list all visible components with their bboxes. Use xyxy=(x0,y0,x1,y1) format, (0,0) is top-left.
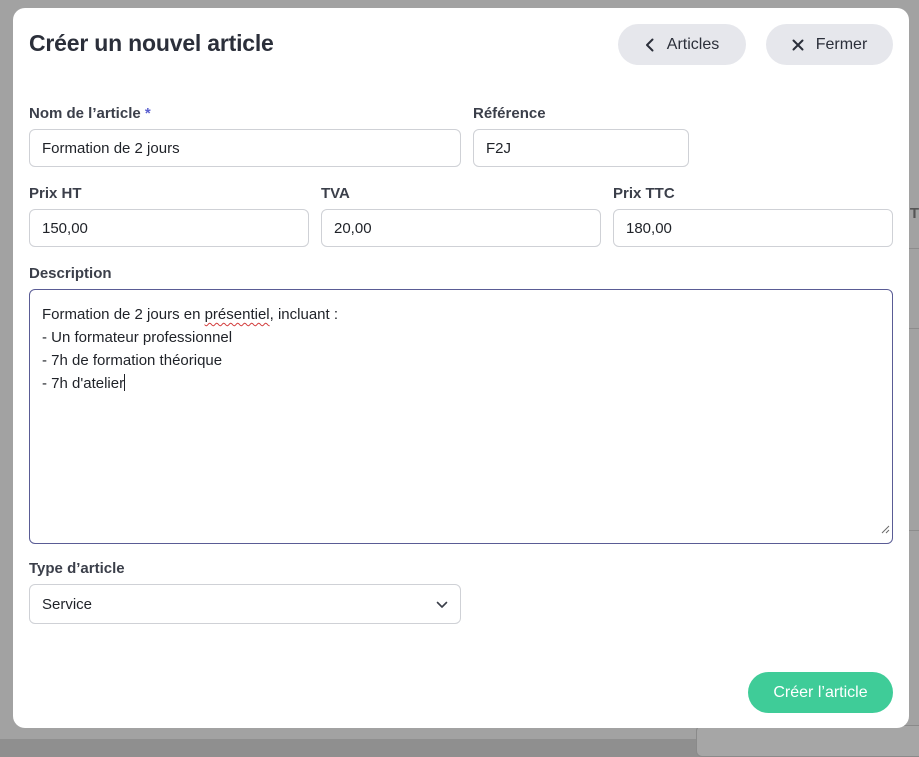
close-button-label: Fermer xyxy=(815,35,868,53)
reference-value: F2J xyxy=(486,139,512,157)
reference-label: Référence xyxy=(473,105,546,122)
background-panel xyxy=(696,725,919,757)
article-name-label: Nom de l’article * xyxy=(29,105,151,122)
create-article-modal: Créer un nouvel article Articles Fermer … xyxy=(13,8,909,728)
background-divider xyxy=(909,328,919,329)
description-text: , incluant : xyxy=(269,306,339,323)
description-line: Formation de 2 jours en présentiel, incl… xyxy=(42,303,880,326)
modal-title: Créer un nouvel article xyxy=(29,30,274,56)
resize-grip-icon[interactable] xyxy=(881,518,890,541)
price-ht-input[interactable]: 150,00 xyxy=(29,209,309,247)
chevron-left-icon xyxy=(645,38,655,52)
price-ht-value: 150,00 xyxy=(42,219,88,237)
article-type-value: Service xyxy=(42,595,93,613)
description-text: Formation de 2 jours en xyxy=(42,306,205,323)
price-ht-label: Prix HT xyxy=(29,185,82,202)
create-article-button[interactable]: Créer l’article xyxy=(748,672,893,713)
price-ttc-input[interactable]: 180,00 xyxy=(613,209,893,247)
description-text: - 7h d'atelier xyxy=(42,375,125,392)
price-ttc-value: 180,00 xyxy=(626,219,672,237)
article-name-input[interactable]: Formation de 2 jours xyxy=(29,129,461,167)
article-name-label-text: Nom de l’article xyxy=(29,105,141,122)
description-line: - 7h de formation théorique xyxy=(42,352,223,369)
background-divider xyxy=(909,248,919,249)
background-edge-text: T xyxy=(909,205,919,222)
tva-label: TVA xyxy=(321,185,350,202)
article-name-value: Formation de 2 jours xyxy=(42,139,180,157)
spellcheck-word: présentiel xyxy=(204,306,270,323)
close-button[interactable]: Fermer xyxy=(766,24,893,65)
articles-button[interactable]: Articles xyxy=(618,24,746,65)
description-line: - Un formateur professionnel xyxy=(42,329,233,346)
close-icon xyxy=(792,39,804,51)
article-type-select[interactable]: Service xyxy=(29,584,461,624)
article-type-label: Type d’article xyxy=(29,560,125,577)
tva-value: 20,00 xyxy=(334,219,372,237)
description-label: Description xyxy=(29,265,112,282)
text-caret xyxy=(124,374,126,391)
price-ttc-label: Prix TTC xyxy=(613,185,675,202)
description-line: - 7h d'atelier xyxy=(42,372,880,395)
description-textarea[interactable]: Formation de 2 jours en présentiel, incl… xyxy=(29,289,893,544)
tva-input[interactable]: 20,00 xyxy=(321,209,601,247)
background-divider xyxy=(909,530,919,531)
articles-button-label: Articles xyxy=(666,35,720,53)
chevron-down-icon xyxy=(436,596,448,613)
reference-input[interactable]: F2J xyxy=(473,129,689,167)
required-mark: * xyxy=(144,105,151,122)
